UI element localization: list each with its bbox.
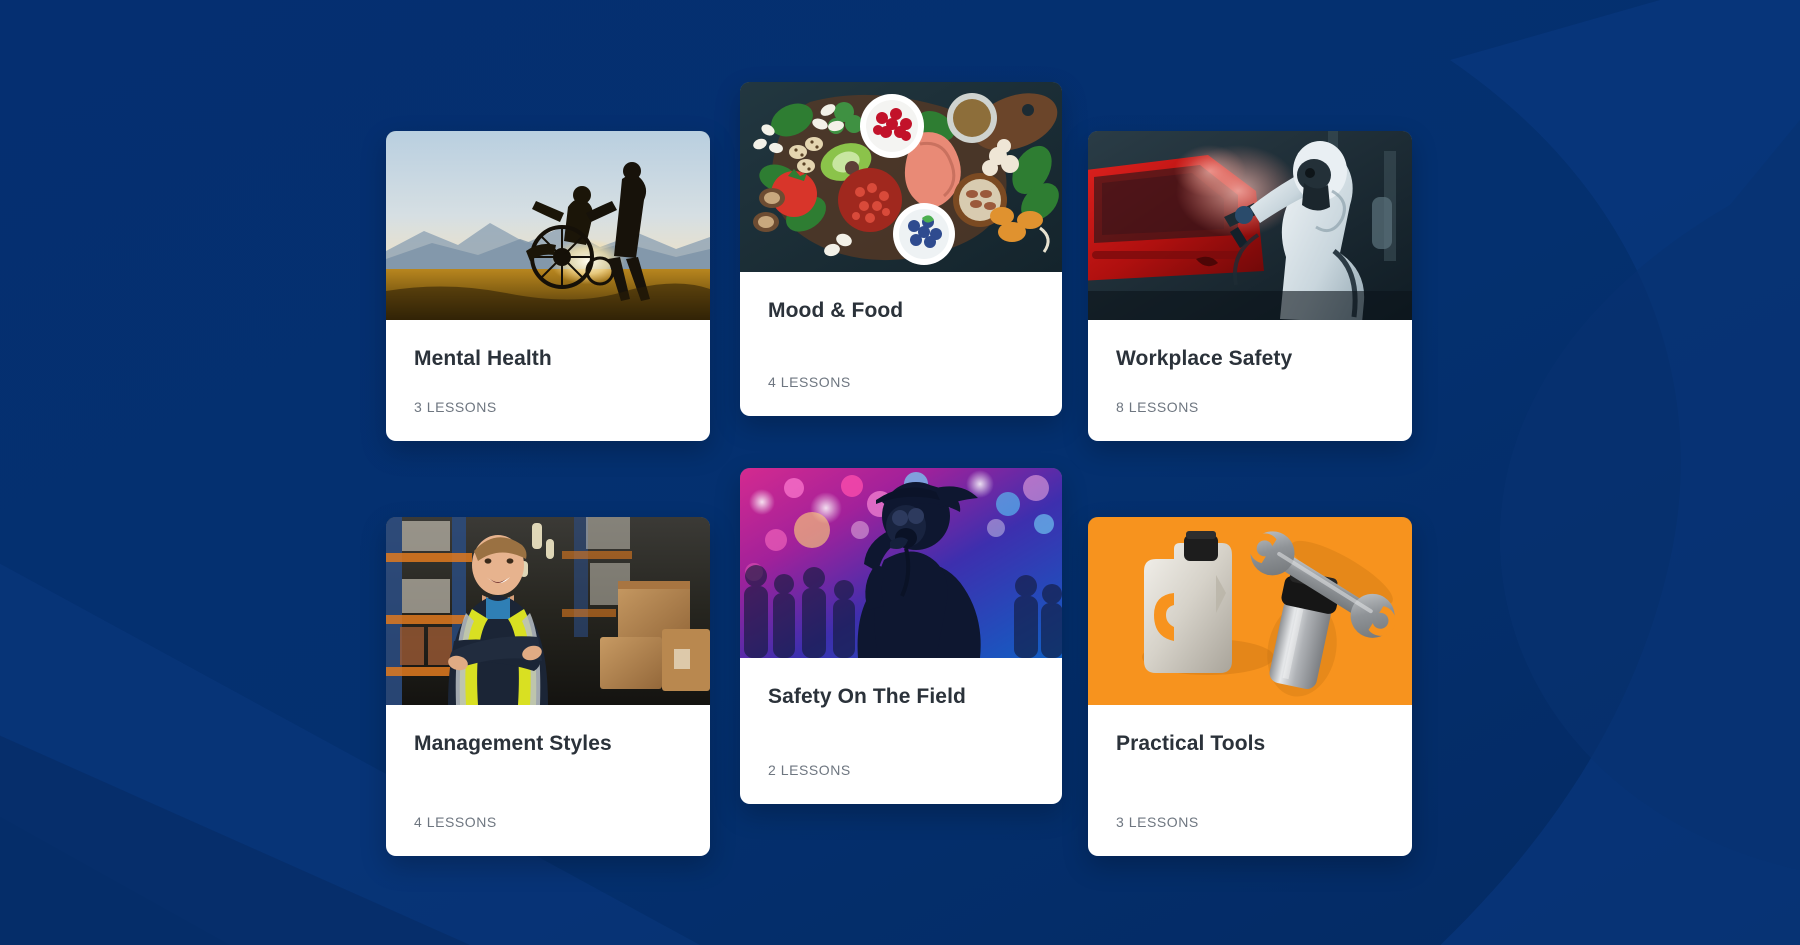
course-card-body: Mood & Food 4 LESSONS [740, 272, 1062, 416]
course-card-body: Workplace Safety 8 LESSONS [1088, 320, 1412, 441]
tools-on-orange-photo [1088, 517, 1412, 705]
course-card[interactable]: Practical Tools 3 LESSONS [1088, 517, 1412, 856]
course-card-title: Mental Health [414, 347, 552, 370]
course-card[interactable]: Safety On The Field 2 LESSONS [740, 468, 1062, 804]
course-card[interactable]: Mood & Food 4 LESSONS [740, 82, 1062, 416]
course-card-title: Management Styles [414, 732, 612, 755]
course-card-lessons: 3 LESSONS [1116, 814, 1199, 830]
course-thumbnail-mental-health [386, 131, 710, 320]
course-card-title: Workplace Safety [1116, 347, 1293, 370]
course-card[interactable]: Management Styles 4 LESSONS [386, 517, 710, 856]
wheelchair-sunset-mountains-photo [386, 131, 710, 320]
course-thumbnail-safety-on-the-field [740, 468, 1062, 658]
course-card-body: Safety On The Field 2 LESSONS [740, 658, 1062, 804]
course-card[interactable]: Workplace Safety 8 LESSONS [1088, 131, 1412, 441]
course-card-title: Mood & Food [768, 299, 904, 322]
course-card-lessons: 4 LESSONS [414, 814, 497, 830]
course-card-body: Practical Tools 3 LESSONS [1088, 705, 1412, 856]
course-thumbnail-mood-and-food [740, 82, 1062, 272]
course-thumbnail-management-styles [386, 517, 710, 705]
course-card[interactable]: Mental Health 3 LESSONS [386, 131, 710, 441]
warehouse-supervisor-photo [386, 517, 710, 705]
course-card-lessons: 4 LESSONS [768, 374, 851, 390]
course-card-body: Mental Health 3 LESSONS [386, 320, 710, 441]
night-event-security-photo [740, 468, 1062, 658]
spray-painter-red-car-photo [1088, 131, 1412, 320]
course-card-title: Safety On The Field [768, 685, 966, 708]
course-thumbnail-practical-tools [1088, 517, 1412, 705]
course-card-lessons: 2 LESSONS [768, 762, 851, 778]
course-card-body: Management Styles 4 LESSONS [386, 705, 710, 856]
course-card-lessons: 8 LESSONS [1116, 399, 1199, 415]
course-thumbnail-workplace-safety [1088, 131, 1412, 320]
course-card-grid: Mental Health 3 LESSONS Mood & Food 4 LE… [0, 0, 1800, 945]
course-card-title: Practical Tools [1116, 732, 1266, 755]
healthy-food-flatlay-photo [740, 82, 1062, 272]
course-card-lessons: 3 LESSONS [414, 399, 497, 415]
